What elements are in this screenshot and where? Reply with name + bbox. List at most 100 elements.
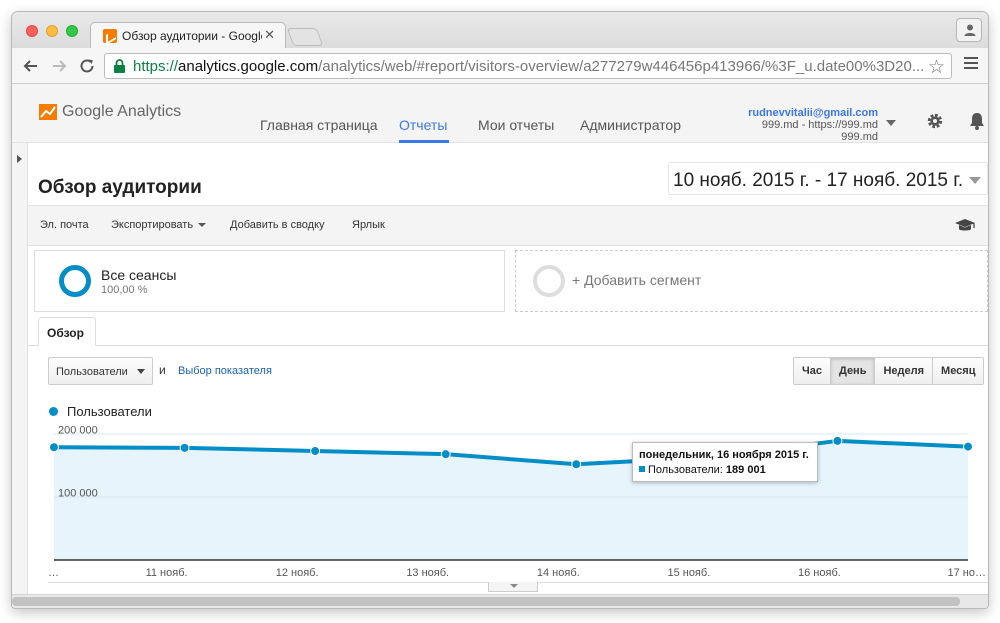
tooltip-title: понедельник, 16 ноября 2015 г. xyxy=(639,449,809,461)
chart-collapse-handle[interactable] xyxy=(488,582,538,592)
email-button[interactable]: Эл. почта xyxy=(40,219,89,231)
export-label: Экспортировать xyxy=(111,219,194,231)
scrollbar-thumb[interactable] xyxy=(12,597,960,606)
minimize-window-button[interactable] xyxy=(46,25,58,37)
account-email: rudnevvitalii@gmail.com xyxy=(748,107,878,119)
nav-admin[interactable]: Администратор xyxy=(580,117,681,133)
data-point xyxy=(310,446,321,457)
export-chevron-down-icon xyxy=(198,223,207,228)
y-tick-label: 100 000 xyxy=(58,488,98,500)
nav-my-reports[interactable]: Мои отчеты xyxy=(478,117,554,133)
new-tab-button[interactable] xyxy=(286,28,324,46)
address-bar[interactable]: https://analytics.google.com/analytics/w… xyxy=(104,53,952,79)
x-tick-label: 12 нояб. xyxy=(276,567,319,579)
nav-home[interactable]: Главная страница xyxy=(260,117,378,133)
export-button[interactable]: Экспортировать xyxy=(111,219,207,231)
ga-logo-text: Google Analytics xyxy=(62,103,182,120)
data-point xyxy=(179,442,190,453)
page-content: Google Analytics Главная страница Отчеты… xyxy=(12,84,988,594)
account-property: 999.md - https://999.md xyxy=(761,119,878,131)
period-hour-button[interactable]: Час xyxy=(794,358,831,384)
tooltip-series-swatch xyxy=(639,466,645,472)
metric-select-chevron-down-icon xyxy=(137,369,145,374)
sidebar-toggle[interactable] xyxy=(12,143,28,594)
reload-button[interactable] xyxy=(78,57,96,75)
tooltip-series-label: Пользователи: xyxy=(648,464,723,476)
bell-icon[interactable] xyxy=(968,111,986,131)
chevron-down-icon xyxy=(510,584,518,588)
url-text: https://analytics.google.com/analytics/w… xyxy=(133,58,923,75)
period-week-button[interactable]: Неделя xyxy=(875,358,934,384)
tooltip-row: Пользователи: 189 001 xyxy=(639,464,766,476)
segment-all-sessions[interactable]: Все сеансы 100,00 % xyxy=(34,250,505,312)
data-point xyxy=(49,442,59,453)
browser-tab[interactable]: Обзор аудитории - Google Analytics ✕ xyxy=(90,22,286,48)
account-selector[interactable]: rudnevvitalii@gmail.com 999.md - https:/… xyxy=(748,107,878,143)
title-bar: Обзор аудитории - Google Analytics ✕ xyxy=(12,12,988,48)
add-to-dashboard-button[interactable]: Добавить в сводку xyxy=(230,219,325,231)
browser-window: Обзор аудитории - Google Analytics ✕ htt… xyxy=(12,12,988,608)
metric-select-value: Пользователи xyxy=(56,366,128,378)
nav-reports[interactable]: Отчеты xyxy=(399,117,447,133)
google-analytics-logo-icon xyxy=(39,104,57,120)
report-action-bar: Эл. почта Экспортировать Добавить в свод… xyxy=(28,205,988,246)
active-nav-indicator xyxy=(399,140,449,143)
forward-arrow-icon xyxy=(53,60,67,72)
account-chevron-down-icon[interactable] xyxy=(886,120,896,126)
date-range-picker[interactable]: 10 нояб. 2015 г. - 17 нояб. 2015 г. xyxy=(668,162,988,195)
back-button[interactable] xyxy=(22,57,40,75)
x-tick-label: … xyxy=(48,567,59,579)
report-tab-strip xyxy=(28,345,988,346)
gear-icon[interactable] xyxy=(926,112,944,130)
metric-select[interactable]: Пользователи xyxy=(48,357,153,385)
url-host: analytics.google.com xyxy=(178,58,319,75)
add-segment-label: + Добавить сегмент xyxy=(572,272,702,288)
x-tick-label: 11 нояб. xyxy=(146,567,188,579)
x-tick-label: 14 нояб. xyxy=(537,567,580,579)
page-title: Обзор аудитории xyxy=(38,177,202,198)
chart-legend[interactable]: Пользователи xyxy=(49,404,152,419)
date-range-text: 10 нояб. 2015 г. - 17 нояб. 2015 г. xyxy=(673,170,964,191)
reload-icon xyxy=(80,59,94,73)
tab-overview[interactable]: Обзор xyxy=(38,317,96,346)
forward-button[interactable] xyxy=(50,57,68,75)
account-view: 999.md xyxy=(841,131,878,143)
data-point xyxy=(963,441,973,452)
legend-dot-icon xyxy=(49,407,58,416)
url-scheme: https:// xyxy=(133,58,179,75)
ga-header: Google Analytics Главная страница Отчеты… xyxy=(12,84,988,143)
horizontal-scrollbar[interactable] xyxy=(12,594,988,608)
url-path: /analytics/web/#report/visitors-overview… xyxy=(318,58,923,75)
segment-name: Все сеансы xyxy=(101,267,177,283)
legend-label: Пользователи xyxy=(67,404,152,419)
choose-metric-link[interactable]: Выбор показателя xyxy=(178,365,272,377)
period-day-button[interactable]: День xyxy=(830,358,876,384)
period-month-button[interactable]: Месяц xyxy=(933,358,984,384)
segment-percent: 100,00 % xyxy=(101,284,148,296)
lock-icon xyxy=(114,59,125,73)
x-tick-label: 16 нояб. xyxy=(798,567,841,579)
y-tick-label: 200 000 xyxy=(58,425,98,437)
segment-ring-icon xyxy=(59,265,91,297)
and-label: и xyxy=(159,363,166,377)
empty-segment-ring-icon xyxy=(533,265,565,297)
maximize-window-button[interactable] xyxy=(66,25,78,37)
tab-title: Обзор аудитории - Google Analytics xyxy=(122,29,262,43)
tab-overview-label: Обзор xyxy=(47,326,84,340)
profile-button[interactable] xyxy=(956,18,982,42)
chevron-right-icon xyxy=(17,155,22,163)
bookmark-star-icon[interactable]: ☆ xyxy=(928,56,945,79)
tooltip-value: 189 001 xyxy=(725,464,766,476)
browser-menu-icon[interactable] xyxy=(964,57,978,72)
analytics-favicon-icon xyxy=(103,29,117,43)
data-point xyxy=(832,435,843,446)
person-icon xyxy=(964,24,976,36)
close-window-button[interactable] xyxy=(26,25,38,37)
users-chart[interactable]: 200 000 100 000 … 11 нояб. 12 нояб. 13 нояб. 1… xyxy=(48,424,988,584)
x-tick-label: 17 но… xyxy=(948,567,986,579)
add-segment-button[interactable]: + Добавить сегмент xyxy=(515,250,988,312)
period-selector: Час День Неделя Месяц xyxy=(793,357,985,385)
tab-close-icon[interactable]: ✕ xyxy=(264,27,275,43)
graduation-cap-icon[interactable] xyxy=(954,218,976,232)
shortcut-button[interactable]: Ярлык xyxy=(352,219,385,231)
